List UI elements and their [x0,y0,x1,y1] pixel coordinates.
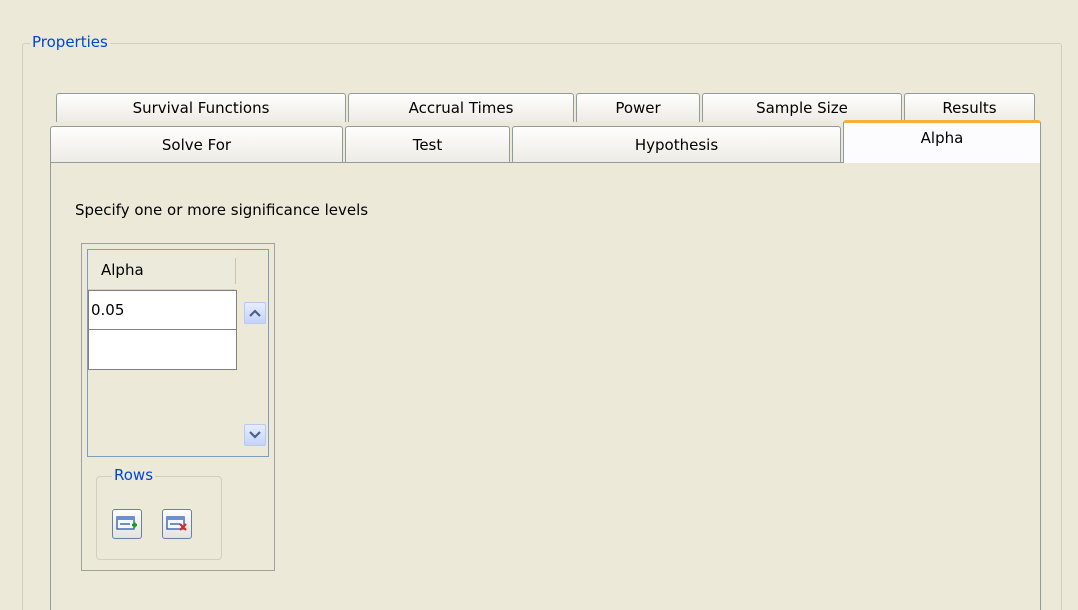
scroll-up-button[interactable] [244,302,266,324]
tab-survival-functions[interactable]: Survival Functions [56,93,346,122]
alpha-cell-1[interactable]: 0.05 [88,290,237,330]
tab-accrual-times[interactable]: Accrual Times [348,93,574,122]
properties-page: Properties Survival Functions Accrual Ti… [0,0,1078,610]
chevron-up-icon [249,309,261,317]
tab-test[interactable]: Test [345,126,510,162]
tab-power[interactable]: Power [576,93,700,122]
scroll-down-button[interactable] [244,424,266,446]
alpha-cell-2[interactable] [88,330,237,370]
alpha-tab-panel: Specify one or more significance levels … [50,162,1041,610]
tab-sample-size[interactable]: Sample Size [702,93,902,122]
chevron-down-icon [249,431,261,439]
alpha-table-container: Alpha 0.05 Rows [81,243,275,571]
add-row-button[interactable] [112,509,142,539]
delete-row-button[interactable] [162,509,192,539]
alpha-column-header[interactable]: Alpha [88,250,236,290]
delete-row-icon [166,516,187,531]
rows-group-title: Rows [112,466,156,484]
instruction-label: Specify one or more significance levels [75,201,369,219]
tab-results[interactable]: Results [904,93,1035,122]
add-row-icon [116,516,137,530]
properties-group-title: Properties [30,33,110,51]
tab-solve-for[interactable]: Solve For [50,126,343,162]
alpha-grid: Alpha 0.05 [87,249,269,457]
tab-alpha[interactable]: Alpha [843,120,1041,163]
tab-hypothesis[interactable]: Hypothesis [512,126,841,162]
